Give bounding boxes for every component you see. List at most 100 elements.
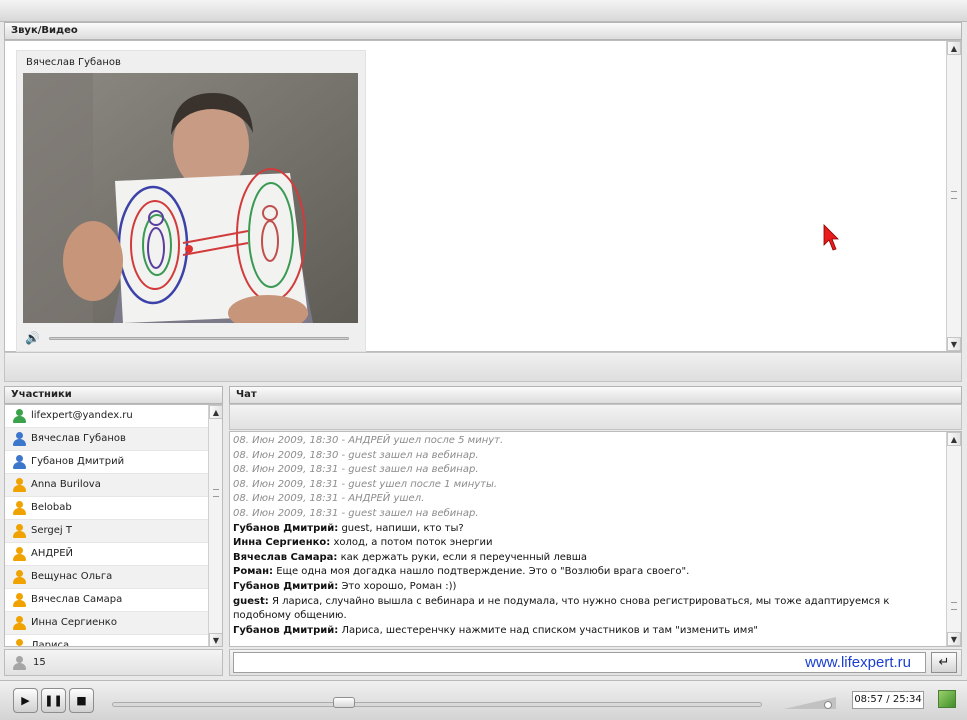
chat-system-line: 08. Июн 2009, 18:30 - guest зашел на веб… — [233, 449, 945, 464]
scroll-grip-icon[interactable] — [213, 489, 219, 497]
participant-item[interactable]: Anna Burilova — [5, 474, 222, 497]
user-blue-icon — [13, 432, 26, 446]
chat-text: Лариса, шестеренчку нажмите над списком … — [338, 624, 758, 636]
enter-icon: ↵ — [938, 655, 950, 670]
chat-header: Чат — [229, 386, 962, 404]
chat-author: guest: — [233, 595, 269, 607]
chat-message: Инна Сергиенко: холод, а потом поток эне… — [233, 536, 945, 551]
scroll-down-icon[interactable]: ▼ — [947, 337, 961, 351]
stop-icon: ■ — [76, 694, 87, 707]
participants-header: Участники — [4, 386, 223, 404]
scroll-grip-icon[interactable] — [951, 602, 957, 610]
participant-item[interactable]: Губанов Дмитрий — [5, 451, 222, 474]
participants-title: Участники — [11, 389, 72, 400]
chat-system-line: 08. Июн 2009, 18:31 - АНДРЕЙ ушел. — [233, 492, 945, 507]
chat-author: Вячеслав Самара: — [233, 551, 338, 563]
pause-button[interactable]: ❚❚ — [41, 688, 66, 713]
chat-input[interactable]: www.lifexpert.ru — [233, 652, 926, 673]
av-panel-header: Звук/Видео — [4, 22, 962, 40]
participant-item[interactable]: Лариса — [5, 635, 222, 647]
camera-volume-bar[interactable] — [49, 337, 349, 340]
site-watermark: www.lifexpert.ru — [805, 654, 911, 671]
seek-thumb[interactable] — [332, 697, 355, 708]
scroll-down-icon[interactable]: ▼ — [947, 632, 961, 646]
scroll-up-icon[interactable]: ▲ — [947, 432, 961, 446]
participant-name: Вячеслав Губанов — [31, 433, 126, 444]
scroll-down-icon[interactable]: ▼ — [209, 633, 222, 646]
user-orange-icon — [13, 593, 26, 607]
participants-scrollbar[interactable]: ▲ ▼ — [208, 405, 222, 646]
top-bar — [0, 0, 967, 22]
chat-title: Чат — [236, 389, 257, 400]
user-green-icon — [13, 409, 26, 423]
participant-item[interactable]: Sergej T — [5, 520, 222, 543]
chat-text: 08. Июн 2009, 18:30 - guest зашел на веб… — [233, 449, 479, 461]
participant-name: Sergej T — [31, 525, 73, 536]
chat-system-line: 08. Июн 2009, 18:31 - guest ушел после 1… — [233, 478, 945, 493]
scroll-up-icon[interactable]: ▲ — [209, 405, 222, 419]
participant-item[interactable]: АНДРЕЙ — [5, 543, 222, 566]
chat-message: guest: Я лариса, случайно вышла с вебина… — [233, 595, 945, 624]
chat-author: Губанов Дмитрий: — [233, 522, 339, 534]
chat-text: 08. Июн 2009, 18:30 - АНДРЕЙ ушел после … — [233, 435, 504, 446]
chat-text: 08. Июн 2009, 18:31 - guest зашел на веб… — [233, 507, 479, 519]
play-icon: ▶ — [21, 694, 30, 707]
scroll-grip-icon[interactable] — [951, 191, 957, 199]
participant-name: Belobab — [31, 502, 72, 513]
volume-slider[interactable] — [784, 693, 836, 709]
volume-thumb[interactable] — [823, 701, 832, 709]
stop-button[interactable]: ■ — [69, 688, 94, 713]
chat-author: Губанов Дмитрий: — [233, 580, 339, 592]
participant-name: Инна Сергиенко — [31, 617, 117, 628]
chat-text: холод, а потом поток энергии — [330, 537, 493, 549]
chat-text: Еще одна моя догадка нашло подтверждение… — [273, 566, 690, 578]
user-orange-icon — [13, 570, 26, 584]
participant-item[interactable]: Belobab — [5, 497, 222, 520]
camera-window: Вячеслав Губанов 🔊 — [16, 50, 366, 352]
divider-toolbar — [4, 352, 962, 382]
chat-message: Вячеслав Самара: как держать руки, если … — [233, 551, 945, 566]
av-panel-title: Звук/Видео — [11, 25, 78, 36]
camera-user-name: Вячеслав Губанов — [26, 57, 121, 68]
participant-name: Лариса — [31, 640, 70, 647]
chat-text: как держать руки, если я переученный лев… — [337, 551, 588, 563]
scroll-up-icon[interactable]: ▲ — [947, 41, 961, 55]
play-button[interactable]: ▶ — [13, 688, 38, 713]
participant-item[interactable]: Вячеслав Самара — [5, 589, 222, 612]
app-logo-icon[interactable] — [938, 690, 956, 708]
participant-name: Губанов Дмитрий — [31, 456, 125, 467]
chat-toolbar — [229, 404, 962, 430]
chat-text: guest, напиши, кто ты? — [338, 522, 464, 534]
participants-items: lifexpert@yandex.ru Вячеслав Губанов Губан… — [5, 405, 222, 647]
participant-item[interactable]: Вячеслав Губанов — [5, 428, 222, 451]
user-blue-icon — [13, 455, 26, 469]
av-scrollbar[interactable]: ▲ ▼ — [946, 41, 961, 351]
cursor-arrow-icon — [823, 224, 839, 251]
user-gray-icon — [13, 656, 26, 670]
send-button[interactable]: ↵ — [931, 652, 957, 673]
chat-text: Это хорошо, Роман :)) — [338, 580, 457, 592]
chat-scrollbar[interactable]: ▲ ▼ — [946, 432, 961, 646]
chat-message: Губанов Дмитрий: Лариса, шестеренчку наж… — [233, 624, 945, 639]
participants-footer: 15 — [4, 649, 223, 676]
chat-author: Губанов Дмитрий: — [233, 624, 339, 636]
participant-item[interactable]: Вещунас Ольга — [5, 566, 222, 589]
chat-message: Роман: Еще одна моя догадка нашло подтве… — [233, 565, 945, 580]
chat-text: 08. Июн 2009, 18:31 - АНДРЕЙ ушел. — [233, 493, 425, 505]
camera-controls: 🔊 — [23, 329, 358, 347]
participant-name: Anna Burilova — [31, 479, 101, 490]
participant-item[interactable]: lifexpert@yandex.ru — [5, 405, 222, 428]
chat-system-line: 08. Июн 2009, 18:31 - guest зашел на веб… — [233, 507, 945, 522]
chat-message: Губанов Дмитрий: Это хорошо, Роман :)) — [233, 580, 945, 595]
participant-count: 15 — [33, 657, 46, 668]
chat-text: Я лариса, случайно вышла с вебинара и не… — [233, 595, 890, 622]
participant-name: Вячеслав Самара — [31, 594, 123, 605]
participant-name: lifexpert@yandex.ru — [31, 410, 133, 421]
chat-message: Губанов Дмитрий: guest, напиши, кто ты? — [233, 522, 945, 537]
speaker-icon[interactable]: 🔊 — [25, 331, 41, 345]
participant-name: Вещунас Ольга — [31, 571, 113, 582]
camera-video — [23, 73, 358, 323]
av-panel: Вячеслав Губанов 🔊 ▲ ▼ — [4, 40, 962, 352]
participant-item[interactable]: Инна Сергиенко — [5, 612, 222, 635]
seek-bar[interactable] — [112, 697, 762, 708]
